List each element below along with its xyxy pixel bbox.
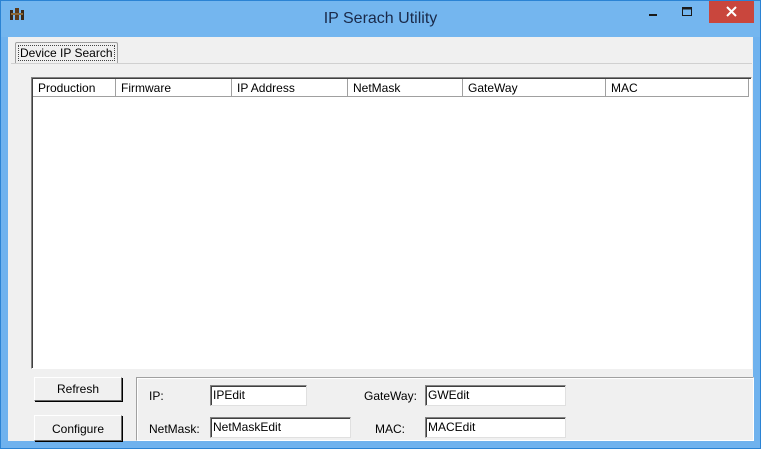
column-header-production[interactable]: Production: [33, 79, 116, 97]
gateway-label: GateWay:: [364, 389, 417, 403]
app-window: IP Serach Utility Device IP Search Produ…: [0, 0, 761, 449]
minimize-icon: [649, 14, 657, 16]
refresh-button[interactable]: Refresh: [34, 377, 122, 401]
tab-device-ip-search[interactable]: Device IP Search: [15, 42, 118, 64]
tab-label: Device IP Search: [18, 45, 115, 61]
minimize-button[interactable]: [639, 1, 667, 23]
gateway-field[interactable]: GWEdit: [425, 385, 566, 406]
close-button[interactable]: [709, 1, 754, 23]
device-list[interactable]: Production Firmware IP Address NetMask G…: [31, 77, 752, 369]
ip-label: IP:: [149, 389, 164, 403]
maximize-button[interactable]: [673, 1, 701, 23]
column-header-netmask[interactable]: NetMask: [348, 79, 463, 97]
column-header-firmware[interactable]: Firmware: [116, 79, 232, 97]
mac-field[interactable]: MACEdit: [425, 417, 566, 438]
close-icon: [726, 6, 737, 17]
device-list-header: Production Firmware IP Address NetMask G…: [33, 79, 749, 97]
netmask-label: NetMask:: [149, 422, 200, 436]
column-header-ip-address[interactable]: IP Address: [232, 79, 348, 97]
mac-label: MAC:: [375, 422, 405, 436]
ip-field[interactable]: IPEdit: [210, 385, 307, 406]
column-header-gateway[interactable]: GateWay: [463, 79, 606, 97]
title-bar[interactable]: IP Serach Utility: [1, 1, 760, 37]
configure-button[interactable]: Configure: [34, 415, 122, 441]
maximize-icon: [682, 7, 692, 16]
client-area: Device IP Search Production Firmware IP …: [8, 37, 754, 441]
column-header-mac[interactable]: MAC: [606, 79, 749, 97]
netmask-field[interactable]: NetMaskEdit: [210, 417, 351, 438]
